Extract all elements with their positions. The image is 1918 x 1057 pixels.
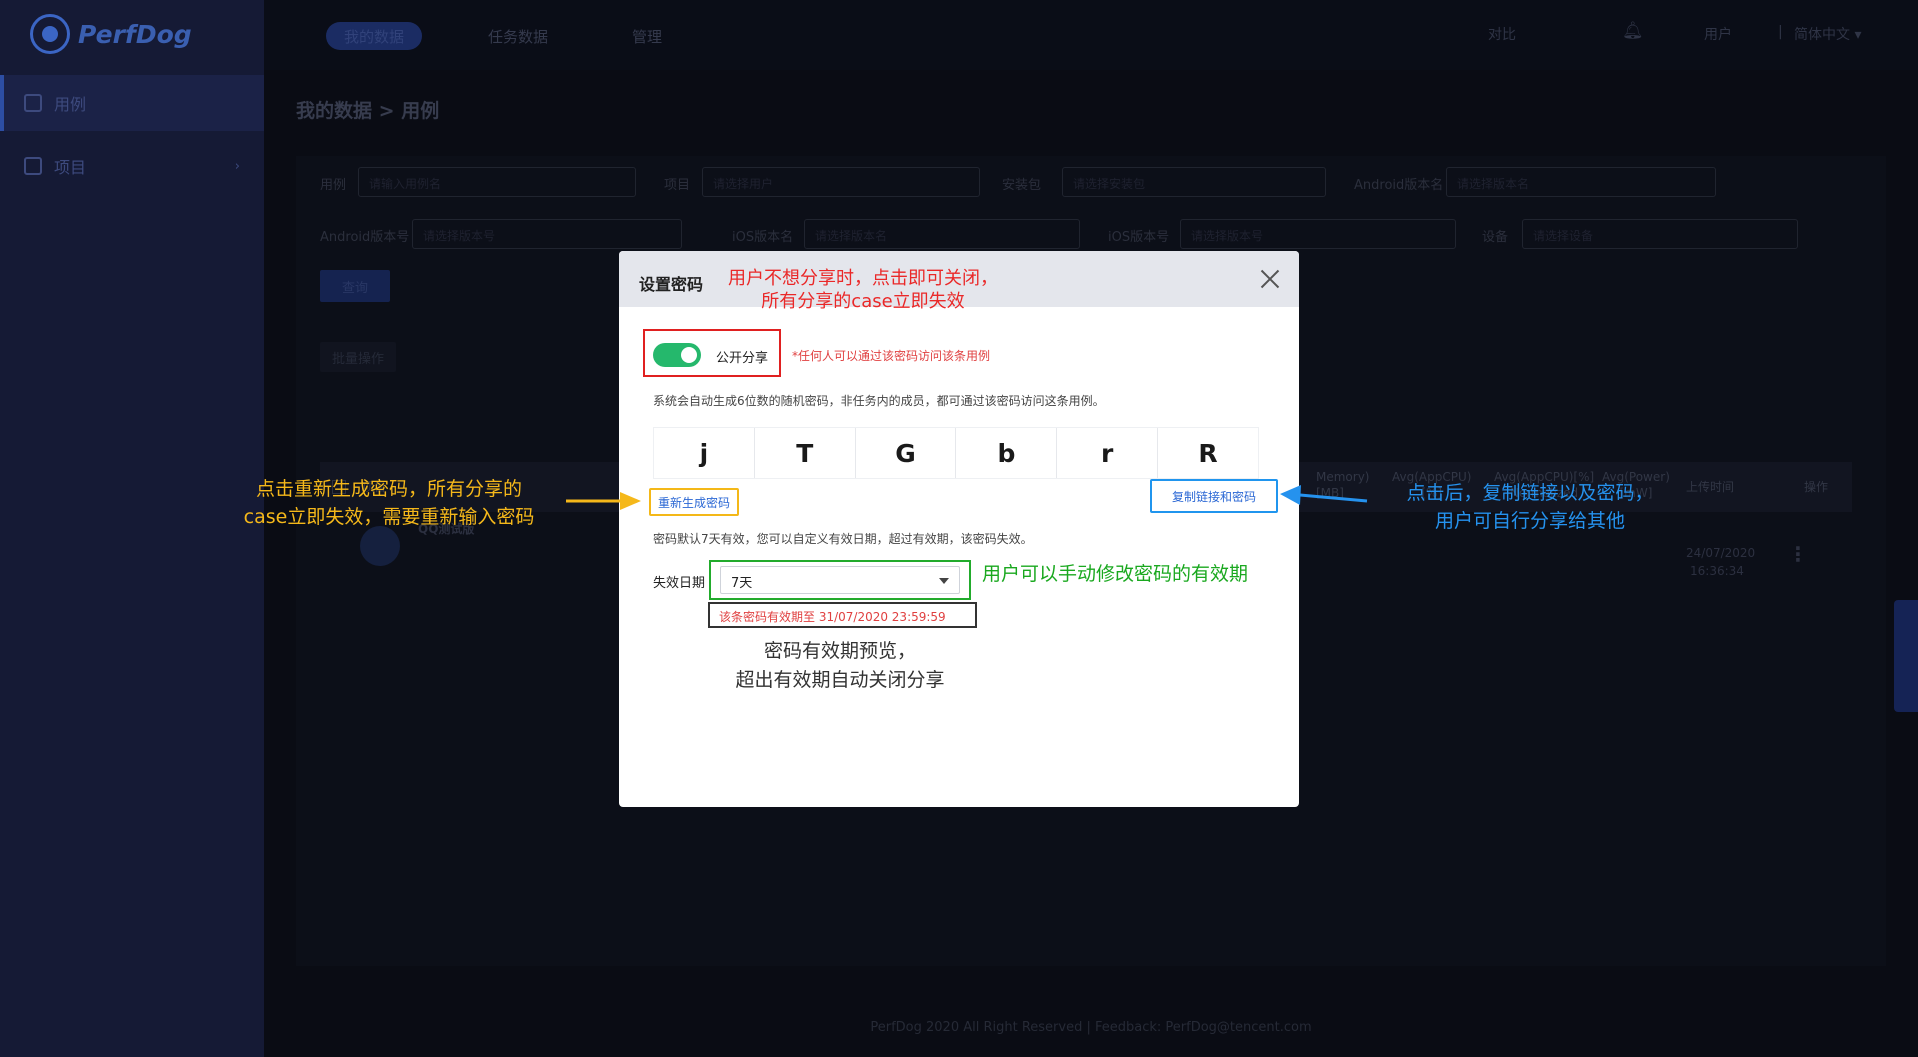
blue-arrow	[1280, 485, 1368, 505]
annotation-arrows	[566, 485, 1368, 510]
yellow-arrow	[566, 492, 641, 510]
